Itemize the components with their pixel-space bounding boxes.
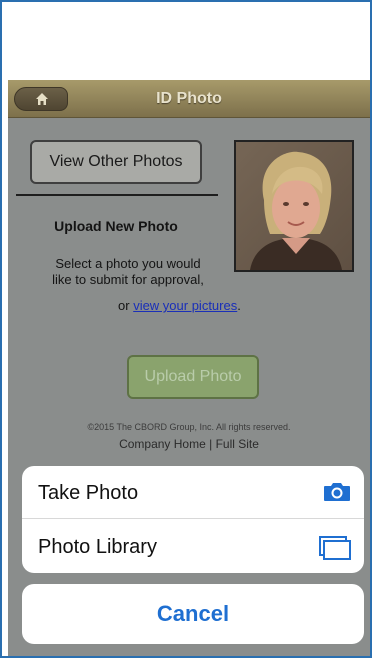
- cancel-button[interactable]: Cancel: [22, 584, 364, 644]
- camera-icon: [324, 483, 350, 501]
- upload-instructions: Select a photo you would like to submit …: [8, 256, 248, 288]
- instructions-line-1: Select a photo you would: [55, 256, 201, 271]
- footer-links[interactable]: Company Home | Full Site: [8, 437, 370, 451]
- navigation-bar: ID Photo: [8, 80, 370, 118]
- portrait-image: [236, 142, 352, 270]
- page-title: ID Photo: [156, 90, 222, 107]
- view-your-pictures-link[interactable]: view your pictures: [133, 298, 237, 313]
- copyright-text: ©2015 The CBORD Group, Inc. All rights r…: [87, 422, 291, 432]
- photo-library-icon: [319, 536, 351, 560]
- photo-library-option[interactable]: Photo Library: [22, 520, 364, 573]
- photo-library-label: Photo Library: [38, 536, 157, 558]
- instructions-suffix: .: [237, 298, 241, 313]
- view-other-photos-button[interactable]: View Other Photos: [30, 140, 202, 184]
- instructions-prefix: or: [118, 298, 130, 313]
- action-sheet: Take Photo Photo Library: [22, 466, 364, 573]
- instructions-line-3: or view your pictures.: [118, 298, 241, 313]
- instructions-line-2: like to submit for approval,: [52, 272, 204, 287]
- upload-heading: Upload New Photo: [54, 218, 178, 234]
- take-photo-option[interactable]: Take Photo: [22, 466, 364, 519]
- divider: [16, 194, 218, 196]
- take-photo-label: Take Photo: [38, 482, 139, 504]
- id-photo: [234, 140, 354, 272]
- app-screen: ID Photo View Other Photos Upload New Ph…: [8, 80, 370, 656]
- upload-photo-button[interactable]: Upload Photo: [127, 355, 259, 399]
